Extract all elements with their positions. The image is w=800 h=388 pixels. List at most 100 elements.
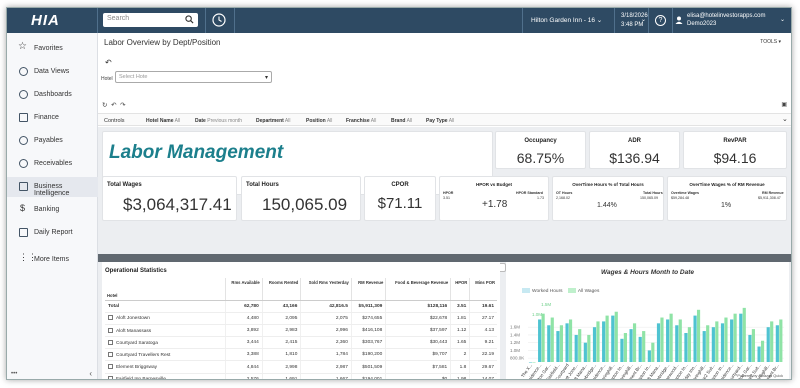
bar-all-wages[interactable]	[559, 325, 563, 362]
bar-worked-hours[interactable]	[583, 342, 587, 362]
bar-worked-hours[interactable]	[702, 331, 706, 362]
bar-worked-hours[interactable]	[620, 338, 624, 362]
bar-all-wages[interactable]	[715, 321, 719, 362]
bar-worked-hours[interactable]	[602, 321, 606, 362]
undo-icon[interactable]: ↶	[105, 58, 112, 67]
bar-worked-hours[interactable]	[775, 325, 779, 362]
bar-all-wages[interactable]	[706, 325, 710, 362]
column-header[interactable]: HPOR	[450, 278, 470, 301]
undo-icon[interactable]: ↶	[111, 102, 116, 109]
bar-all-wages[interactable]	[614, 311, 618, 362]
bar-all-wages[interactable]	[623, 333, 627, 362]
column-header[interactable]: Rms Available	[224, 278, 263, 301]
bar-worked-hours[interactable]	[528, 362, 533, 363]
more-options-icon[interactable]: •••	[11, 371, 17, 377]
column-header[interactable]: Mins POR	[469, 278, 497, 301]
bar-worked-hours[interactable]	[684, 333, 688, 362]
bar-all-wages[interactable]	[578, 329, 582, 362]
expand-icon[interactable]	[108, 351, 113, 357]
column-header[interactable]: Rooms Rented	[261, 278, 301, 301]
bar-worked-hours[interactable]	[574, 334, 578, 362]
bar-all-wages[interactable]	[687, 327, 691, 362]
bar-worked-hours[interactable]	[757, 346, 761, 362]
search-input[interactable]: Search	[103, 13, 198, 27]
bar-all-wages[interactable]	[742, 307, 746, 362]
bar-worked-hours[interactable]	[720, 323, 725, 362]
bar-worked-hours[interactable]	[693, 315, 697, 362]
bar-worked-hours[interactable]	[592, 327, 597, 362]
bar-all-wages[interactable]	[587, 334, 591, 362]
table-row-total[interactable]: Total 62,780 43,166 42,816.5 $5,911,309 $128,…	[105, 300, 497, 313]
sidebar-item-favorites[interactable]: ☆ Favorites	[7, 39, 98, 59]
app-logo[interactable]: HIA	[31, 12, 60, 29]
bar-all-wages[interactable]	[550, 317, 554, 362]
user-menu[interactable]: elisa@hotelinvestorapps.com Demo2023	[687, 12, 765, 28]
bar-all-wages[interactable]	[642, 331, 646, 362]
table-row[interactable]: Courtyard Travellers Rest 3,388 1,810 1,784…	[105, 348, 497, 362]
bar-worked-hours[interactable]	[656, 323, 661, 362]
bar-worked-hours[interactable]	[711, 327, 715, 362]
bar-worked-hours[interactable]	[565, 323, 569, 362]
bar-all-wages[interactable]	[760, 340, 765, 362]
bar-worked-hours[interactable]	[629, 329, 633, 362]
bar-worked-hours[interactable]	[647, 350, 651, 362]
bar-worked-hours[interactable]	[638, 336, 642, 362]
bar-worked-hours[interactable]	[730, 319, 734, 362]
chevron-down-icon[interactable]: ⌄	[780, 16, 785, 23]
redo-icon[interactable]: ↷	[120, 102, 125, 109]
bar-all-wages[interactable]	[669, 313, 673, 362]
column-header[interactable]: Food & Beverage Revenue	[385, 278, 451, 301]
bar-all-wages[interactable]	[733, 313, 737, 362]
table-row[interactable]: Fairfield Inn Barnesville 2,576 1,691 1,667…	[105, 373, 497, 379]
filter-pay-type[interactable]: Pay Type All	[426, 118, 454, 124]
hotel-selector[interactable]: Hilton Garden Inn - 16 ⌄	[531, 16, 602, 24]
bar-all-wages[interactable]	[751, 329, 755, 362]
filter-department[interactable]: Department All	[256, 118, 290, 124]
history-icon[interactable]	[211, 12, 227, 28]
table-row[interactable]: Element Briggsway 4,844 2,998 2,987 $501,509…	[105, 360, 497, 374]
bar-all-wages[interactable]	[651, 342, 655, 362]
reset-icon[interactable]: ↻	[102, 102, 107, 109]
bar-all-wages[interactable]	[696, 309, 701, 362]
tools-menu[interactable]: TOOLS ▾	[760, 39, 781, 45]
column-header[interactable]: RM Revenue	[350, 278, 386, 301]
bar-all-wages[interactable]	[541, 313, 545, 362]
expand-icon[interactable]	[108, 327, 113, 333]
sidebar-item-data-views[interactable]: Data Views	[7, 62, 98, 82]
bar-all-wages[interactable]	[532, 362, 536, 363]
bar-all-wages[interactable]	[596, 321, 600, 362]
filter-brand[interactable]: Brand All	[391, 118, 412, 124]
help-icon[interactable]: ?	[655, 15, 666, 26]
table-row[interactable]: Aloft Manassass 3,892 2,983 2,996 $416,108 $3…	[105, 324, 497, 338]
sidebar-item-receivables[interactable]: Receivables	[7, 154, 98, 174]
sidebar-item-daily-report[interactable]: Daily Report	[7, 223, 98, 243]
sidebar-item-finance[interactable]: Finance	[7, 108, 98, 128]
bar-worked-hours[interactable]	[748, 334, 752, 362]
expand-icon[interactable]	[108, 376, 113, 379]
export-icon[interactable]: ▣	[781, 101, 787, 108]
collapse-icon[interactable]: ‹	[89, 369, 92, 378]
chevron-down-icon[interactable]: ⌄	[641, 16, 646, 23]
bar-worked-hours[interactable]	[766, 327, 770, 362]
column-header[interactable]: Hotel	[105, 278, 225, 301]
filter-franchise[interactable]: Franchise All	[346, 118, 376, 124]
bar-worked-hours[interactable]	[675, 325, 679, 362]
expand-icon[interactable]	[108, 315, 113, 321]
filter-hotel-name[interactable]: Hotel Name All	[146, 118, 180, 124]
bar-worked-hours[interactable]	[547, 325, 551, 362]
column-header[interactable]: Sold Rms Yesterday	[300, 278, 352, 301]
sidebar-item-more-items[interactable]: ⋮⋮ More Items	[7, 250, 98, 270]
bar-worked-hours[interactable]	[739, 313, 743, 362]
sidebar-item-business-intelligence[interactable]: Business Intelligence	[7, 177, 98, 197]
filter-position[interactable]: Position All	[306, 118, 332, 124]
expand-icon[interactable]	[108, 364, 113, 370]
bar-all-wages[interactable]	[660, 317, 664, 362]
bar-all-wages[interactable]	[678, 319, 682, 362]
table-row[interactable]: Courtyard Saratoga 3,444 2,415 2,360 $303,76…	[105, 336, 497, 350]
bar-worked-hours[interactable]	[666, 319, 670, 362]
bar-all-wages[interactable]	[770, 321, 774, 362]
chevron-down-icon[interactable]: ⌄	[782, 115, 788, 123]
table-row[interactable]: Aloft Jonestown 4,480 2,095 2,075 $274,655 $2…	[105, 312, 497, 325]
hotel-select[interactable]: Select Hote ▾	[115, 71, 272, 83]
bar-worked-hours[interactable]	[538, 319, 542, 362]
